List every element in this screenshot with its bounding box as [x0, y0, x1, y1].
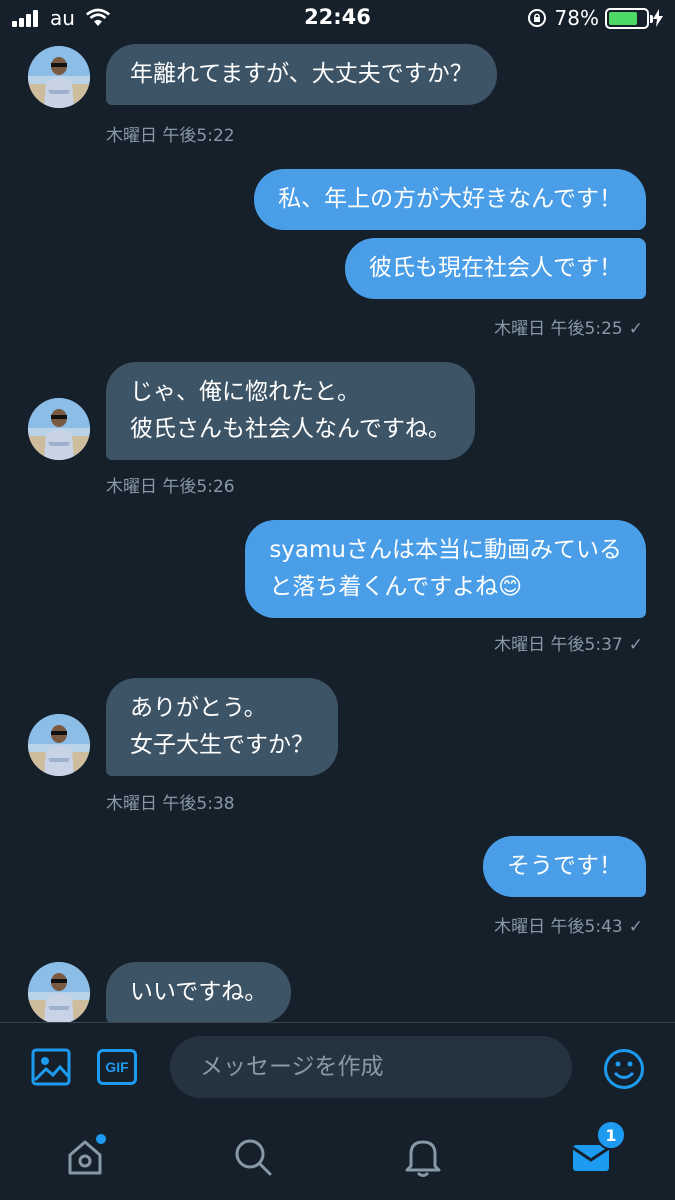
- search-icon: [235, 1139, 272, 1176]
- message-bubble-incoming[interactable]: 年離れてますが、大丈夫ですか？: [106, 44, 497, 105]
- message-bubble-outgoing[interactable]: 彼氏も現在社会人です！: [345, 238, 646, 299]
- read-check-icon: ✓: [628, 917, 643, 937]
- message-timestamp-row: 木曜日 午後5:25 ✓: [494, 314, 643, 339]
- message-text: そうです！: [507, 853, 622, 879]
- gif-icon: GIF: [97, 1049, 137, 1085]
- message-timestamp: 木曜日 午後5:37: [494, 635, 623, 655]
- message-text: ありがとう。: [130, 695, 267, 721]
- avatar[interactable]: [28, 714, 90, 776]
- avatar[interactable]: [28, 398, 90, 460]
- message-timestamp: 木曜日 午後5:25: [494, 319, 623, 339]
- message-text: と落ち着くんですよね😊: [269, 574, 523, 600]
- message-input[interactable]: [170, 1036, 572, 1098]
- read-check-icon: ✓: [628, 319, 643, 339]
- message-text: 彼氏さんも社会人なんですね。: [130, 416, 451, 442]
- tab-notifications[interactable]: [398, 1132, 448, 1182]
- message-bubble-outgoing[interactable]: 私、年上の方が大好きなんです！: [254, 169, 646, 230]
- message-bubble-outgoing[interactable]: そうです！: [483, 836, 646, 897]
- message-bubble-outgoing[interactable]: syamuさんは本当に動画みている と落ち着くんですよね😊: [245, 520, 646, 618]
- emoji-button[interactable]: [602, 1047, 646, 1091]
- message-composer: GIF: [0, 1022, 675, 1112]
- message-timestamp: 木曜日 午後5:38: [106, 794, 235, 814]
- notifications-icon: [405, 1140, 441, 1177]
- dm-screen: 年離れてますが、大丈夫ですか？ 木曜日 午後5:22 私、年上の方が大好きなんで…: [0, 0, 675, 1200]
- status-right: 78%: [527, 6, 663, 30]
- tab-messages[interactable]: 1: [566, 1120, 626, 1182]
- gif-button[interactable]: GIF: [97, 1049, 137, 1085]
- battery-icon: [605, 7, 653, 29]
- message-text: 女子大生ですか？: [130, 732, 314, 758]
- message-bubble-incoming[interactable]: ありがとう。 女子大生ですか？: [106, 678, 338, 776]
- status-bar: au 22:46 78%: [0, 0, 675, 38]
- emoji-icon: [604, 1049, 644, 1089]
- tab-bar: 1: [0, 1112, 675, 1200]
- message-timestamp-row: 木曜日 午後5:37 ✓: [494, 630, 643, 655]
- image-icon: [31, 1048, 71, 1086]
- message-text: 私、年上の方が大好きなんです！: [278, 186, 622, 212]
- tab-search[interactable]: [228, 1132, 278, 1182]
- message-timestamp: 木曜日 午後5:22: [106, 126, 235, 146]
- message-text: 年離れてますが、大丈夫ですか？: [130, 61, 473, 87]
- rotation-lock-icon: [527, 9, 546, 27]
- home-notification-dot: [96, 1134, 106, 1144]
- image-button[interactable]: [30, 1047, 72, 1087]
- battery-percent: 78%: [554, 6, 599, 30]
- tab-home[interactable]: [60, 1132, 110, 1182]
- avatar[interactable]: [28, 46, 90, 108]
- avatar[interactable]: [28, 962, 90, 1022]
- message-text: syamuさんは本当に動画みている: [269, 537, 622, 563]
- message-bubble-incoming[interactable]: いいですね。: [106, 962, 292, 1022]
- message-text: じゃ、俺に惚れたと。: [130, 379, 360, 405]
- message-timestamp: 木曜日 午後5:26: [106, 477, 235, 497]
- battery-level: [609, 11, 638, 25]
- read-check-icon: ✓: [628, 635, 643, 655]
- message-bubble-incoming[interactable]: じゃ、俺に惚れたと。 彼氏さんも社会人なんですね。: [106, 362, 475, 460]
- message-thread[interactable]: 年離れてますが、大丈夫ですか？ 木曜日 午後5:22 私、年上の方が大好きなんで…: [0, 0, 675, 1022]
- message-timestamp-row: 木曜日 午後5:43 ✓: [494, 912, 643, 937]
- message-text: 彼氏も現在社会人です！: [369, 255, 622, 281]
- message-text: いいですね。: [130, 979, 268, 1005]
- messages-badge: 1: [596, 1120, 626, 1150]
- message-timestamp: 木曜日 午後5:43: [494, 917, 623, 937]
- charging-bolt-icon: [653, 9, 663, 27]
